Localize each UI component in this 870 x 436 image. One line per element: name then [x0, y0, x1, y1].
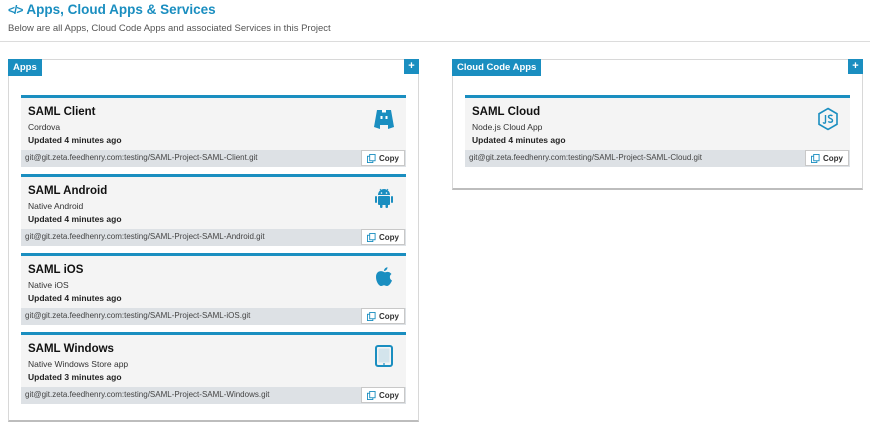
- copy-button[interactable]: Copy: [361, 387, 405, 403]
- app-type: Node.js Cloud App: [472, 122, 543, 132]
- copy-icon: [367, 311, 376, 321]
- code-icon: </>: [8, 2, 23, 17]
- app-title[interactable]: SAML Client: [28, 106, 96, 118]
- app-type: Native Windows Store app: [28, 359, 129, 369]
- app-card[interactable]: SAML Windows Native Windows Store app Up…: [21, 332, 406, 404]
- app-title[interactable]: SAML Cloud: [472, 106, 540, 118]
- apple-icon: [376, 267, 392, 286]
- copy-icon: [367, 390, 376, 400]
- git-url: git@git.zeta.feedhenry.com:testing/SAML-…: [25, 153, 258, 162]
- page-header: </> Apps, Cloud Apps & Services Below ar…: [0, 0, 870, 42]
- add-cloud-app-button[interactable]: +: [848, 59, 863, 74]
- git-url-bar: git@git.zeta.feedhenry.com:testing/SAML-…: [21, 387, 406, 404]
- git-url-bar: git@git.zeta.feedhenry.com:testing/SAML-…: [465, 150, 850, 167]
- cordova-icon: [374, 110, 394, 129]
- app-card[interactable]: SAML Client Cordova Updated 4 minutes ag…: [21, 95, 406, 167]
- git-url-bar: git@git.zeta.feedhenry.com:testing/SAML-…: [21, 308, 406, 325]
- add-app-button[interactable]: +: [404, 59, 419, 74]
- app-updated: Updated 4 minutes ago: [28, 214, 122, 224]
- copy-label: Copy: [379, 311, 399, 321]
- apps-panel: Apps + SAML Client Cordova Updated 4 min…: [8, 59, 419, 422]
- git-url: git@git.zeta.feedhenry.com:testing/SAML-…: [25, 232, 265, 241]
- app-title[interactable]: SAML Android: [28, 185, 107, 197]
- android-icon: [375, 188, 393, 208]
- app-type: Native iOS: [28, 280, 69, 290]
- app-title[interactable]: SAML iOS: [28, 264, 83, 276]
- page-subtitle: Below are all Apps, Cloud Code Apps and …: [8, 23, 331, 34]
- copy-icon: [811, 153, 820, 163]
- app-updated: Updated 3 minutes ago: [28, 372, 122, 382]
- app-updated: Updated 4 minutes ago: [472, 135, 566, 145]
- git-url: git@git.zeta.feedhenry.com:testing/SAML-…: [469, 153, 702, 162]
- copy-label: Copy: [379, 390, 399, 400]
- git-url: git@git.zeta.feedhenry.com:testing/SAML-…: [25, 390, 270, 399]
- git-url: git@git.zeta.feedhenry.com:testing/SAML-…: [25, 311, 251, 320]
- copy-icon: [367, 153, 376, 163]
- apps-panel-label: Apps: [8, 59, 42, 76]
- copy-label: Copy: [379, 232, 399, 242]
- app-title[interactable]: SAML Windows: [28, 343, 114, 355]
- copy-label: Copy: [379, 153, 399, 163]
- copy-button[interactable]: Copy: [805, 150, 849, 166]
- copy-icon: [367, 232, 376, 242]
- copy-button[interactable]: Copy: [361, 150, 405, 166]
- cloud-apps-panel: Cloud Code Apps + SAML Cloud Node.js Clo…: [452, 59, 863, 190]
- app-updated: Updated 4 minutes ago: [28, 135, 122, 145]
- copy-button[interactable]: Copy: [361, 308, 405, 324]
- nodejs-icon: [818, 107, 838, 131]
- app-card[interactable]: SAML Android Native Android Updated 4 mi…: [21, 174, 406, 246]
- page-title: </> Apps, Cloud Apps & Services: [8, 2, 216, 17]
- app-card[interactable]: SAML iOS Native iOS Updated 4 minutes ag…: [21, 253, 406, 325]
- git-url-bar: git@git.zeta.feedhenry.com:testing/SAML-…: [21, 150, 406, 167]
- app-type: Cordova: [28, 122, 61, 132]
- copy-label: Copy: [823, 153, 843, 163]
- cloud-apps-panel-label: Cloud Code Apps: [452, 59, 542, 76]
- app-updated: Updated 4 minutes ago: [28, 293, 122, 303]
- git-url-bar: git@git.zeta.feedhenry.com:testing/SAML-…: [21, 229, 406, 246]
- copy-button[interactable]: Copy: [361, 229, 405, 245]
- cloud-app-card[interactable]: SAML Cloud Node.js Cloud App Updated 4 m…: [465, 95, 850, 167]
- tablet-icon: [375, 345, 393, 367]
- page-title-text: Apps, Cloud Apps & Services: [26, 2, 216, 17]
- app-type: Native Android: [28, 201, 84, 211]
